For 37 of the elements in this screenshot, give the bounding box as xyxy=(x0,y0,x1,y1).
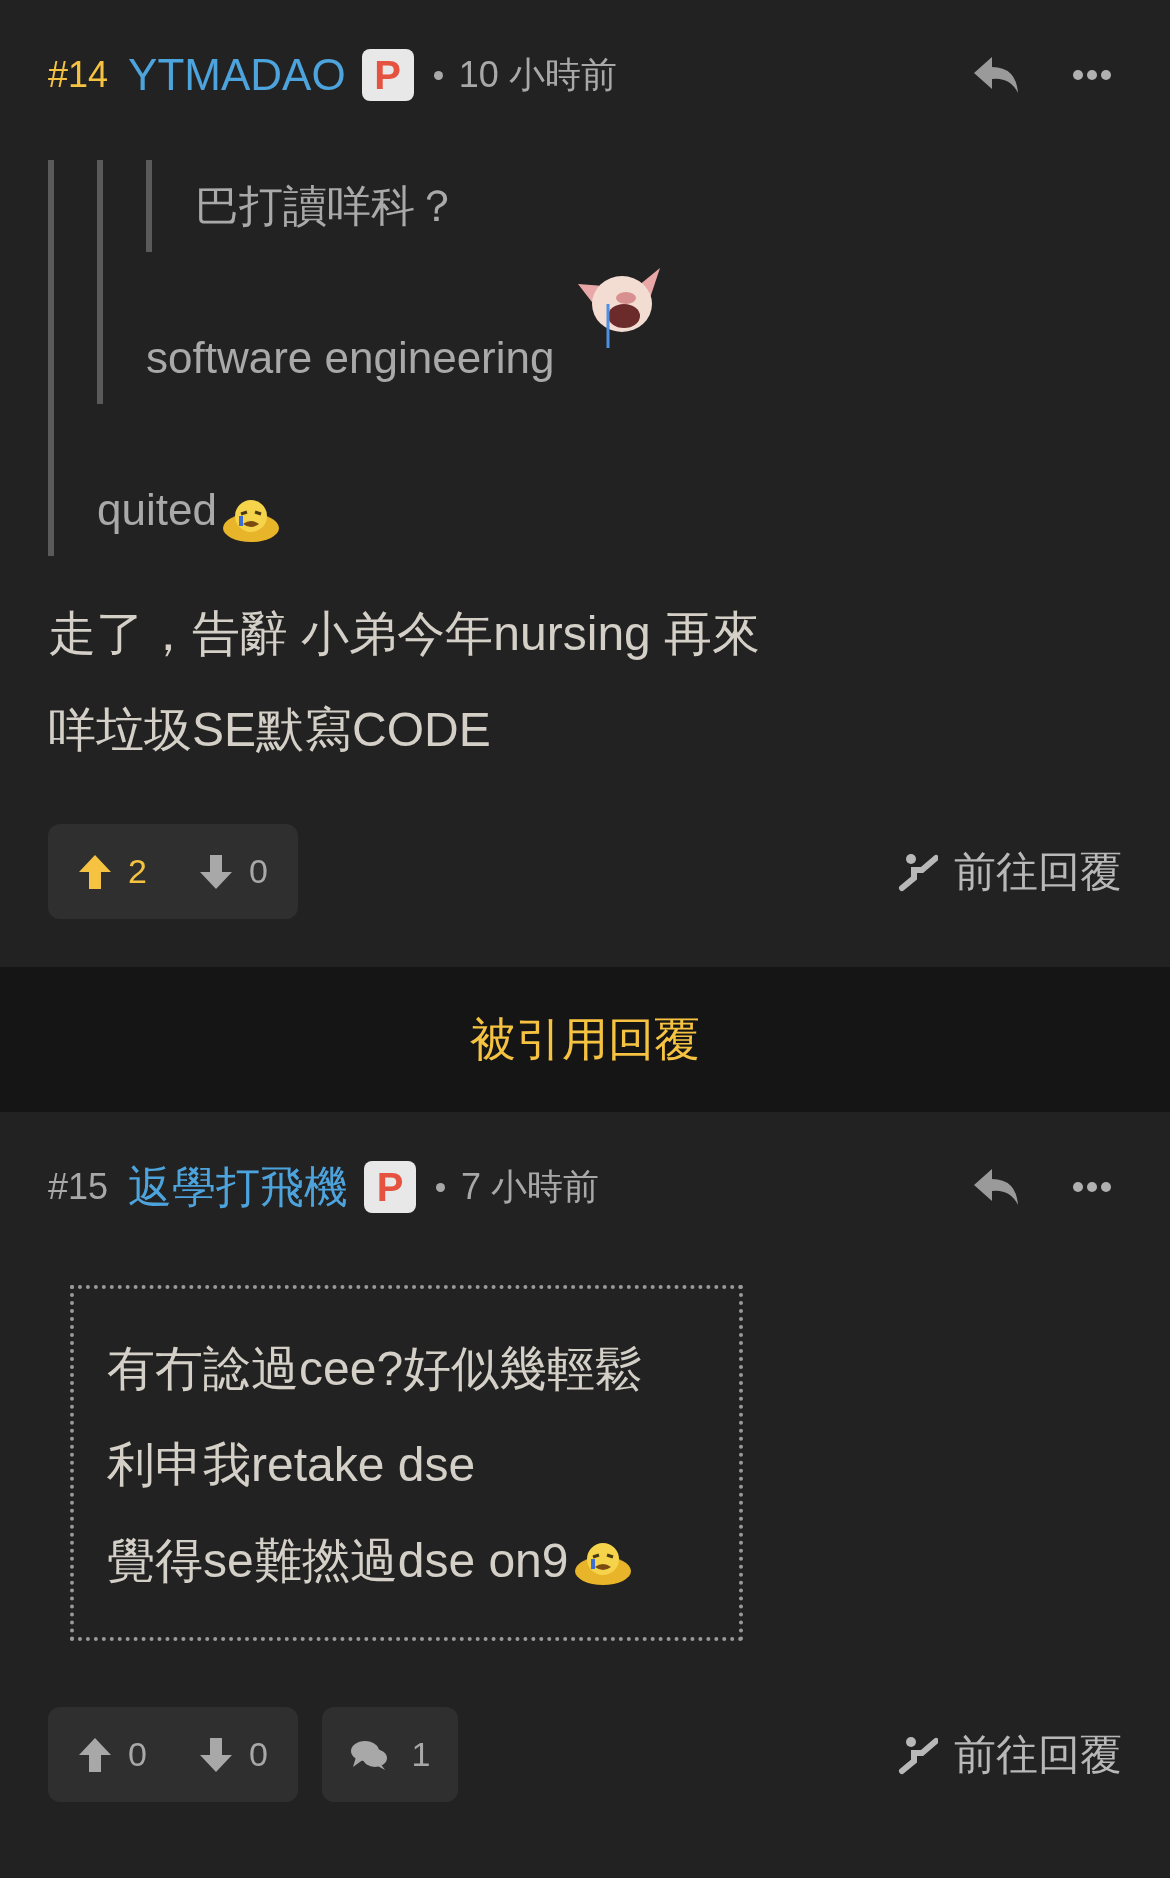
username[interactable]: 返學打飛機 xyxy=(128,1154,349,1220)
goto-reply-button[interactable]: 前往回覆 xyxy=(898,1723,1122,1786)
arrow-down-icon xyxy=(199,1736,234,1773)
badge: P xyxy=(364,1161,417,1213)
post-time: 10 小時前 xyxy=(458,53,617,97)
comments-button[interactable]: 1 xyxy=(322,1707,458,1802)
username[interactable]: YTMADAO xyxy=(128,42,346,108)
post-number: #15 xyxy=(48,1165,109,1209)
downvote-button[interactable]: 0 xyxy=(199,846,268,897)
arrow-down-icon xyxy=(199,853,234,890)
quoted-replies-bar[interactable]: 被引用回覆 xyxy=(0,967,1170,1112)
upvote-button[interactable]: 2 xyxy=(78,846,147,897)
more-icon[interactable] xyxy=(1072,1181,1112,1193)
quote-text: 巴打讀咩科？ xyxy=(195,181,459,230)
crying-face-icon xyxy=(572,1541,633,1588)
crying-face-icon xyxy=(220,497,281,544)
quote-text: software engineering xyxy=(146,333,555,382)
post-time: 7 小時前 xyxy=(461,1165,600,1209)
post-text-line: 有冇諗過cee?好似幾輕鬆 xyxy=(107,1342,644,1395)
reply-icon[interactable] xyxy=(972,55,1020,95)
post-number: #14 xyxy=(48,53,109,97)
more-icon[interactable] xyxy=(1072,69,1112,81)
escalator-icon xyxy=(898,1734,938,1775)
post-text-line: 覺得se難撚過dse on9 xyxy=(107,1534,569,1587)
badge: P xyxy=(361,49,414,101)
post-text-line: 利申我retake dse xyxy=(107,1438,476,1491)
post-text-line: 咩垃圾SE默寫CODE xyxy=(48,703,491,756)
downvote-button[interactable]: 0 xyxy=(199,1729,268,1780)
speech-bubbles-icon xyxy=(349,1738,388,1771)
quote-text: quited xyxy=(97,485,217,534)
post-text-line: 走了，告辭 小弟今年nursing 再來 xyxy=(48,607,761,660)
escalator-icon xyxy=(898,851,938,892)
upvote-button[interactable]: 0 xyxy=(78,1729,147,1780)
arrow-up-icon xyxy=(78,853,112,890)
arrow-up-icon xyxy=(78,1736,112,1773)
reply-icon[interactable] xyxy=(972,1167,1020,1207)
goto-reply-button[interactable]: 前往回覆 xyxy=(898,840,1122,903)
